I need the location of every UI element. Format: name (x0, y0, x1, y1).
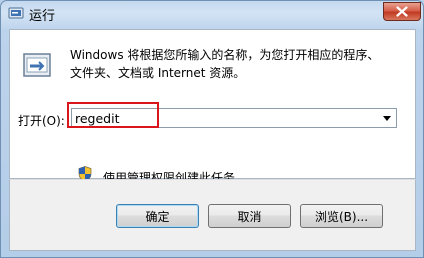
description-line-2: 文件夹、文档或 Internet 资源。 (70, 66, 246, 80)
dropdown-arrow-icon[interactable] (379, 110, 395, 126)
open-label: 打开(O): (18, 114, 65, 128)
close-button[interactable] (383, 2, 421, 21)
run-app-icon (8, 6, 24, 20)
run-program-icon (20, 50, 54, 80)
cancel-button[interactable]: 取消 (208, 204, 291, 228)
description-line-1: Windows 将根据您所输入的名称，为您打开相应的程序、 (70, 48, 380, 62)
close-icon (396, 6, 408, 17)
window-title: 运行 (29, 9, 56, 24)
ok-button[interactable]: 确定 (116, 204, 199, 228)
highlight-box (67, 102, 159, 128)
dialog-description: Windows 将根据您所输入的名称，为您打开相应的程序、 文件夹、文档或 In… (70, 46, 400, 82)
dialog-footer: 确定 取消 浏览(B)... (9, 179, 416, 251)
run-dialog-window: 运行 Windows 将根据您所输入的名称，为您打开相应的程序、 文件夹、文档或… (0, 0, 424, 258)
browse-button[interactable]: 浏览(B)... (300, 204, 383, 228)
